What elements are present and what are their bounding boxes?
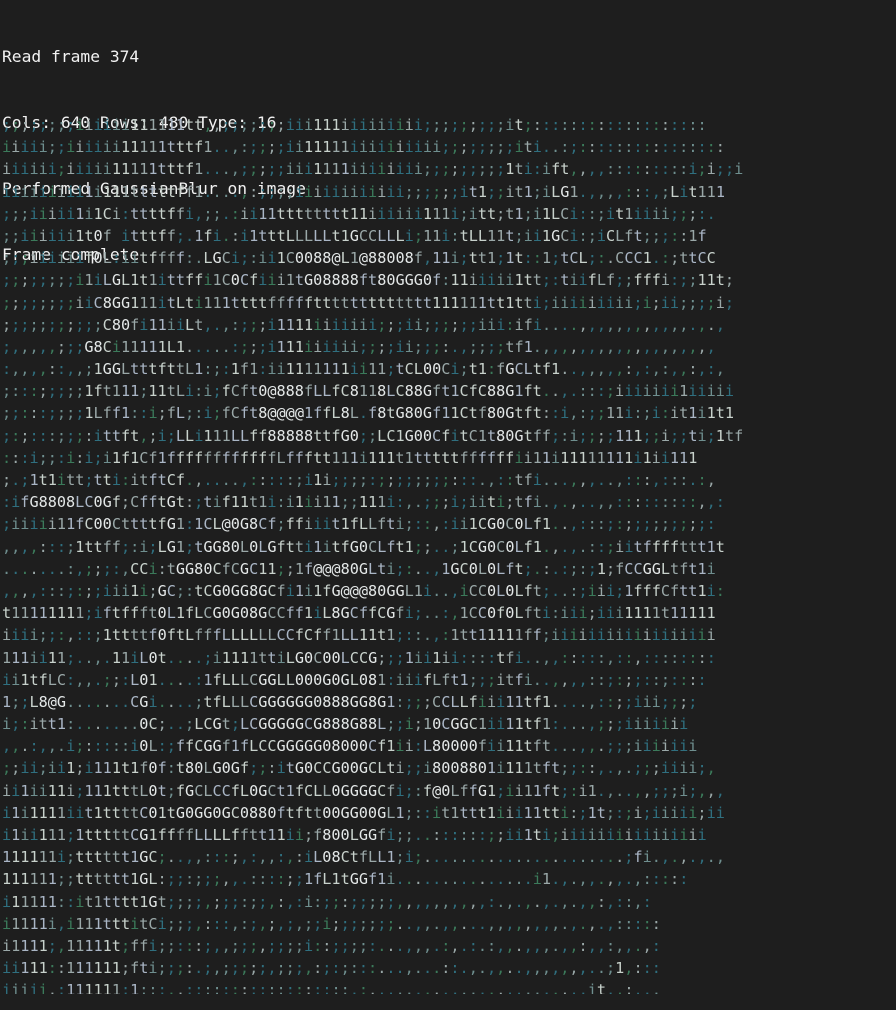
ascii-row: ;;iiiiii1t0f itttff;.1fi.:i1tttLLLLLt1GC… xyxy=(2,226,707,245)
ascii-row: ii111::111111;fti;;;:.;,;;;;;,;;;,:;:;::… xyxy=(2,959,661,978)
ascii-row: ii1ii11i;111tttL0t;fGCLCCfL0GCt1fCLL0GGG… xyxy=(2,781,725,800)
ascii-row: iiiii;;iiiiii11111tttf1..,:;;;;ii11111ii… xyxy=(2,138,725,157)
ascii-row: iiiiii;iiiii11111tttf1...,;;;;;iii1111ii… xyxy=(2,160,744,179)
ascii-row: t11111111;iftffft0L1fLCG0G08GCCff1iL8GCf… xyxy=(2,604,716,623)
ascii-row: 111111;;tttttt1GL:;;:;;;,,.::::;;1fL1tGG… xyxy=(2,870,689,889)
ascii-row: ;:::;;;;;1ft111;11tLi:i;fCft0@888fLLfC81… xyxy=(2,382,735,401)
ascii-row: ii1tfLC:,,.;;:L01....:1fLLLCGGLL000G0GL0… xyxy=(2,670,707,689)
ascii-row: i1111;,11111t;ffi;;:::;,,;;;,;;;;i::;;;;… xyxy=(2,936,661,955)
ascii-row: ;,,,,,;;;G8Ci11111L1.....:;;;i111iiiiii;… xyxy=(2,337,716,356)
ascii-row: :ifG8808LC0Gf;CfftGt:;tif11t1i:i1ii11;;1… xyxy=(2,493,725,512)
ascii-row: ;.;1t1itt;tti:itftCf.,....,:::::;i1i;;;;… xyxy=(2,471,716,489)
ascii-row: ,,,,:::;1ttff;:i;LG1;tGG80L0LGftti1itfG0… xyxy=(2,537,725,556)
terminal-window[interactable]: Read frame 374 Cols: 640 Rows: 480 Type:… xyxy=(0,0,896,1010)
ascii-row: .......:,;;;:,CCi:tGG80CfCGC11;;1f@@@80G… xyxy=(2,559,716,578)
ascii-frame: ;;;;;;;;iiiiii111111tt,,;;;;;;;iii111iii… xyxy=(2,114,894,994)
ascii-row: iiiiiiiii1i111tttttff1....,:;;;;iiiiiiii… xyxy=(2,182,725,201)
ascii-row: ;;;;;;;;iiC8GG111itLti111ttttffffftttttt… xyxy=(2,293,734,312)
ascii-row: :::i;;:i:i;i1f1Cf1ffffffffffffLffftt111i… xyxy=(2,448,698,467)
ascii-row: ;;ii;ii1;i111t1f0f:t80LG0Gf;;:itG0CCG00G… xyxy=(2,759,716,778)
ascii-row: iiii;;:,::;1ttttf0ftLfffLLLLLLCCfCff1LL1… xyxy=(2,626,716,645)
ascii-row: :,,,,::,,;1GGLtttfttL1:;:1f1:ii1111111ii… xyxy=(2,360,725,379)
ascii-row: iiiii,;111111;1;;;,,;:::;:;;;;:;;;;:;:,;… xyxy=(2,981,661,994)
ascii-row: ;;;;;;;;;;;C80fi11iiLt,.,:;;;i1111iiiiii… xyxy=(2,315,726,334)
ascii-row: ;;;iiiii1i1Ci:ttttffi,;;.:ii11tttttttt11… xyxy=(2,204,716,223)
ascii-row: i1ii111;1tttttCG1ffffLLLLfftt11ii;f800LG… xyxy=(2,826,707,844)
ascii-row: i;:itt1:.......0C;..;LCGt;LCGGGGGCG888G8… xyxy=(2,715,689,734)
ascii-row: i11111::it1tttt1Gt;;;;,;;;:;;,:,:i:;;:;;… xyxy=(2,892,652,911)
ascii-row: 1;;L8@G.......CGi....;tfLLLCGGGGGG0888GG… xyxy=(2,692,698,711)
ascii-row: ;;;;;;;;i1iLGL1t1ittffi1C0Cfiii1tG08888f… xyxy=(2,271,735,290)
ascii-row: ;:;:::;;;:ittft,;i;LLi111LLff88888ttfG0;… xyxy=(2,426,744,445)
ascii-row: 111111i;tttttt1GC;..,,:::;,:,,:,:iL08Ctf… xyxy=(2,848,725,867)
ascii-row: ;;;;;;;;iiiiii111111tt,,;;;;;;;iii111iii… xyxy=(2,116,707,134)
ascii-row: ,,,,:::;:;;iii1i;GC;:tCG0GG8GCfi1i1fG@@@… xyxy=(2,581,725,600)
ascii-row: ,,.:,,.i;:::::i0L:;ffCGGf1fLCCGGGGG08000… xyxy=(2,737,698,756)
ascii-row: i1i1111iit1ttttC01tG0GG0GC0880ftftt00GG0… xyxy=(2,803,725,822)
ascii-row: ;;;iiiiiif0L:iitffff:.LGCi;:ii1C0088@L1@… xyxy=(2,249,716,268)
ascii-row: ;iiiii11fC00CttttfG1:1CL@0G8Cf;ffiiit1fL… xyxy=(2,515,716,534)
ascii-row: ;;:::;;;;1Lff1::i;fL;:i;fCft8@@@@1ffL8L.… xyxy=(2,404,735,423)
ascii-row: 111ii11;..,.11iL0t....;i1111ttiLG0C00LCC… xyxy=(2,648,716,667)
ascii-row: i1111i,i111tttitCi;;;,:::,:;,;,;,;;i;;;;… xyxy=(2,914,661,933)
output-line-frame: Read frame 374 xyxy=(2,47,140,66)
